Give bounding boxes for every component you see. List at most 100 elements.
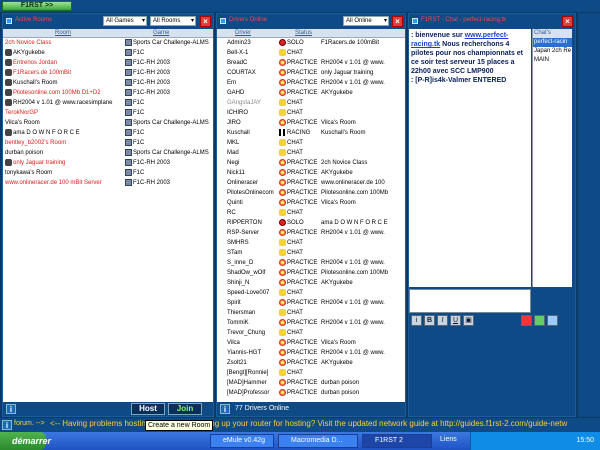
driver-name: TommiK xyxy=(227,320,249,326)
driver-column-header[interactable]: Driver xyxy=(235,30,251,36)
driver-row[interactable]: GAngstaJAY CHAT xyxy=(217,98,405,108)
close-icon[interactable]: × xyxy=(392,16,403,27)
driver-row[interactable]: Admin23 SOLO F1Racers.de 100mBit xyxy=(217,38,405,48)
driver-row[interactable]: STam CHAT xyxy=(217,248,405,258)
practice-icon xyxy=(279,278,286,286)
driver-row[interactable]: RSP-Server PRACTICE RH2004 v 1.01 @ www. xyxy=(217,228,405,238)
driver-name: Thiersman xyxy=(227,310,256,316)
driver-row[interactable]: Nick11 PRACTICE AKYgukebe xyxy=(217,168,405,178)
driver-row[interactable]: ICHIRO CHAT xyxy=(217,108,405,118)
join-button[interactable]: Join xyxy=(168,403,202,415)
driver-row[interactable]: Shinji_N PRACTICE AKYgukebe xyxy=(217,278,405,288)
save-log-icon[interactable]: ▣ xyxy=(463,315,474,326)
rooms-filter-select[interactable]: All Rooms xyxy=(150,16,196,26)
driver-row[interactable]: Negi PRACTICE 2ch Novice Class xyxy=(217,158,405,168)
driver-row[interactable]: S_inne_D PRACTICE RH2004 v 1.01 @ www. xyxy=(217,258,405,268)
taskbar-item[interactable]: F1RST 2 xyxy=(362,434,432,448)
status-column-header[interactable]: Status xyxy=(295,30,312,36)
driver-row[interactable]: RIPPERTON SOLO ama D O W N F O R C E xyxy=(217,218,405,228)
driver-row[interactable]: GAHD PRACTICE AKYgukebe xyxy=(217,88,405,98)
driver-row[interactable]: SMHRS CHAT xyxy=(217,238,405,248)
room-row[interactable]: TerokNorGP F1C xyxy=(3,108,213,118)
room-row[interactable]: durban poison Sports Car Challenge-ALMS xyxy=(3,148,213,158)
driver-row[interactable]: Spirit PRACTICE RH2004 v 1.01 @ www. xyxy=(217,298,405,308)
info-icon[interactable]: i xyxy=(2,420,12,430)
host-button[interactable]: Host xyxy=(131,403,165,415)
driver-row[interactable]: Thiersman CHAT xyxy=(217,308,405,318)
room-row[interactable]: F1Racers.de 100mBit F1C-RH 2003 xyxy=(3,68,213,78)
driver-row[interactable]: Kuschall RACING Kuschall's Room xyxy=(217,128,405,138)
driver-row[interactable]: ShadOw_wOlf PRACTICE Pilotesonline.com 100… xyxy=(217,268,405,278)
driver-row[interactable]: [MAD]Hammer PRACTICE durban poison xyxy=(217,378,405,388)
driver-room: Vilca's Room xyxy=(321,200,356,206)
room-row[interactable]: www.onlineracer.de 100 mBit Server F1C-RH… xyxy=(3,178,213,188)
info-icon[interactable]: i xyxy=(6,404,16,414)
driver-row[interactable]: BreadC PRACTICE RH2004 v 1.01 @ www. xyxy=(217,58,405,68)
driver-row[interactable]: Trevor_Chung CHAT xyxy=(217,328,405,338)
driver-status: CHAT xyxy=(287,210,303,216)
italic-button[interactable]: I xyxy=(437,315,448,326)
room-name-cell: TerokNorGP xyxy=(5,108,123,118)
color-icon[interactable] xyxy=(534,315,545,326)
room-row[interactable]: AKYgukebe F1C xyxy=(3,48,213,58)
room-name-cell: durban poison xyxy=(5,148,123,158)
close-icon[interactable]: × xyxy=(562,16,573,27)
info-icon[interactable]: i xyxy=(411,315,422,326)
emoticon-icon[interactable] xyxy=(521,315,532,326)
driver-row[interactable]: [Bengt][Ronnie] CHAT xyxy=(217,368,405,378)
room-row[interactable]: Pilotesonline.com 100Mb D1+D2 F1C-RH 2003 xyxy=(3,88,213,98)
taskbar-item[interactable]: Macromedia D... xyxy=(278,434,358,448)
game-column-header[interactable]: Game xyxy=(153,30,169,36)
room-row[interactable]: bentley_b2002's Room F1C xyxy=(3,138,213,148)
driver-row[interactable]: Zsolt21 PRACTICE AKYgukebe xyxy=(217,358,405,368)
driver-row[interactable]: Yiannis-HGT PRACTICE RH2004 v 1.01 @ www. xyxy=(217,348,405,358)
start-button[interactable]: démarrer xyxy=(0,432,51,450)
driver-row[interactable]: PilotesOnlinecom PRACTICE Pilotesonline.co… xyxy=(217,188,405,198)
room-row[interactable]: Entrenos Jordan F1C-RH 2003 xyxy=(3,58,213,68)
channel-item[interactable]: MAIN xyxy=(533,56,572,65)
bold-button[interactable]: B xyxy=(424,315,435,326)
room-row[interactable]: tonykawa's Room F1C xyxy=(3,168,213,178)
driver-row[interactable]: Speed-Love007 CHAT xyxy=(217,288,405,298)
driver-row[interactable]: Mad CHAT xyxy=(217,148,405,158)
room-name: Kuschall's Room xyxy=(13,80,58,86)
driver-status-cell: CHAT xyxy=(279,208,319,218)
driver-row[interactable]: Ern PRACTICE RH2004 v 1.01 @ www. xyxy=(217,78,405,88)
system-tray: 15:50 xyxy=(470,432,600,450)
chat-input[interactable] xyxy=(409,289,531,313)
settings-icon[interactable] xyxy=(547,315,558,326)
driver-row[interactable]: COURTAX PRACTICE only Jaguar training xyxy=(217,68,405,78)
room-row[interactable]: 2ch Novice Class Sports Car Challenge-ALM… xyxy=(3,38,213,48)
room-row[interactable]: Kuschall's Room F1C-RH 2003 xyxy=(3,78,213,88)
driver-row[interactable]: RC CHAT xyxy=(217,208,405,218)
driver-row[interactable]: Quinti PRACTICE Vilca's Room xyxy=(217,198,405,208)
driver-row[interactable]: [MAD]Professor PRACTICE durban poison xyxy=(217,388,405,398)
games-filter-select[interactable]: All Games xyxy=(103,16,147,26)
room-row[interactable]: ama D O W N F O R C E F1C xyxy=(3,128,213,138)
driver-row[interactable]: Bell-X-1 CHAT xyxy=(217,48,405,58)
room-row[interactable]: Vilca's Room Sports Car Challenge-ALMS xyxy=(3,118,213,128)
practice-icon xyxy=(279,268,286,276)
links-toolbar[interactable]: Liens xyxy=(440,436,457,443)
driver-row[interactable]: Vilca PRACTICE Vilca's Room xyxy=(217,338,405,348)
news-ticker[interactable]: <-- Having problems hosting? Need help s… xyxy=(50,419,567,428)
online-filter-select[interactable]: All Online xyxy=(343,16,389,26)
taskbar-item[interactable]: eMule v0.42g xyxy=(210,434,274,448)
channel-item[interactable]: Japan 2ch Re xyxy=(533,47,572,56)
driver-row[interactable]: JIRO PRACTICE Vilca's Room xyxy=(217,118,405,128)
close-icon[interactable]: × xyxy=(200,16,211,27)
channel-item[interactable]: perfect-racin xyxy=(533,38,572,47)
game-icon xyxy=(125,148,132,156)
underline-button[interactable]: U xyxy=(450,315,461,326)
forum-link[interactable]: forum. --> xyxy=(14,420,45,427)
driver-status: PRACTICE xyxy=(287,190,318,196)
driver-row[interactable]: TommiK PRACTICE RH2004 v 1.01 @ www. xyxy=(217,318,405,328)
room-column-header[interactable]: Room xyxy=(55,30,71,36)
driver-row[interactable]: Onlineracer PRACTICE www.onlineracer.de 10… xyxy=(217,178,405,188)
first-nav-button[interactable]: F1RST >> xyxy=(2,1,72,11)
info-icon[interactable]: i xyxy=(220,404,230,414)
chat-icon xyxy=(279,148,286,156)
room-row[interactable]: only Jaguar training F1C-RH 2003 xyxy=(3,158,213,168)
room-row[interactable]: RH2004 v 1.01 @ www.racesimplane F1C xyxy=(3,98,213,108)
driver-row[interactable]: MKL CHAT xyxy=(217,138,405,148)
